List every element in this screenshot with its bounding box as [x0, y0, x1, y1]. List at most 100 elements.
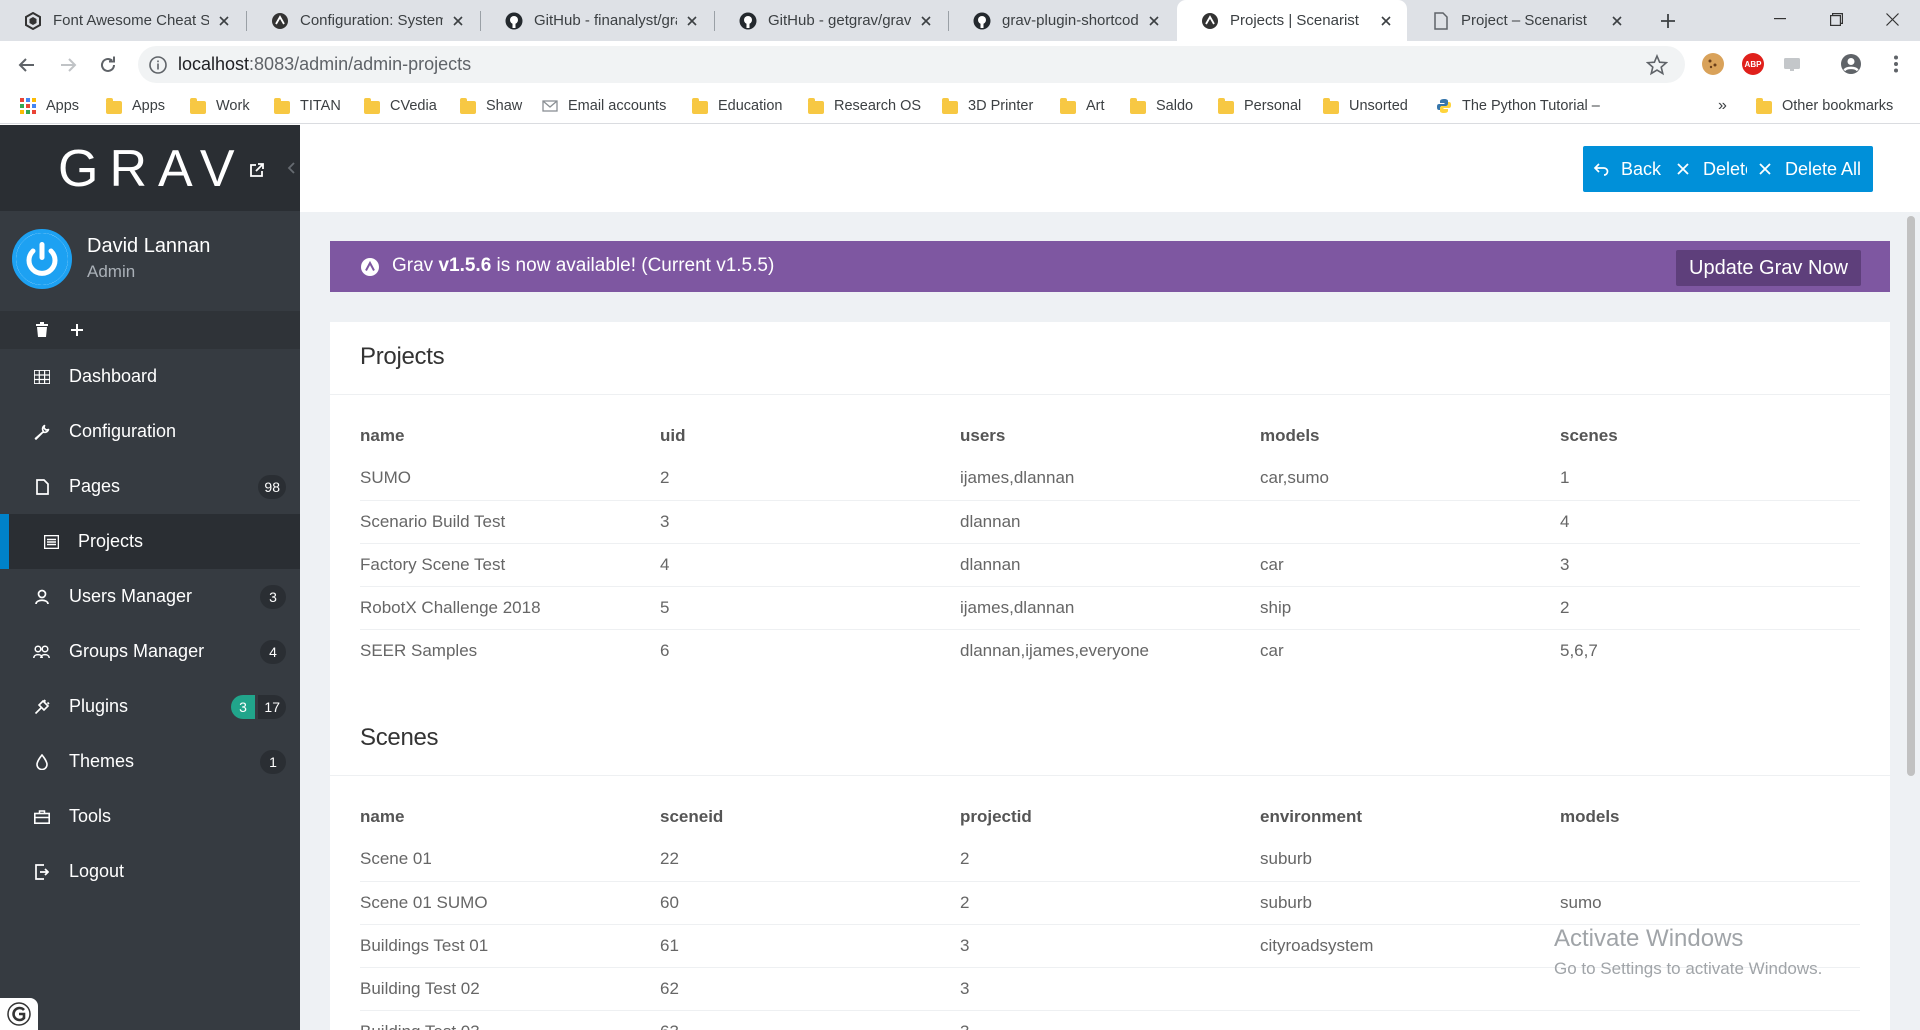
- sidebar-item-plugins[interactable]: Plugins 3 17: [0, 679, 300, 734]
- other-bookmarks[interactable]: Other bookmarks: [1756, 96, 1893, 116]
- column-header[interactable]: uid: [660, 415, 960, 457]
- sidebar-item-groups-manager[interactable]: Groups Manager 4: [0, 624, 300, 679]
- browser-tab[interactable]: Configuration: System: [247, 0, 479, 41]
- sidebar-item-pages[interactable]: Pages 98: [0, 459, 300, 514]
- column-header[interactable]: projectid: [960, 796, 1260, 838]
- sidebar-item-themes[interactable]: Themes 1: [0, 734, 300, 789]
- plus-icon[interactable]: [68, 321, 86, 339]
- browser-tab-active[interactable]: Projects | Scenarist: [1177, 0, 1407, 41]
- folder-icon: [808, 98, 824, 114]
- forward-arrow-icon[interactable]: [52, 49, 84, 81]
- external-link-icon[interactable]: [249, 162, 265, 178]
- bookmark-email-accounts[interactable]: Email accounts: [542, 96, 666, 116]
- bookmark-python-tutorial[interactable]: The Python Tutorial –: [1436, 96, 1600, 116]
- update-grav-button[interactable]: Update Grav Now: [1676, 250, 1861, 286]
- page-scrollbar[interactable]: [1907, 216, 1915, 776]
- bookmarks-bar: Apps Apps Work TITAN CVedia Shaw Email a…: [0, 88, 1920, 124]
- bookmarks-overflow-button[interactable]: »: [1718, 96, 1727, 116]
- cast-extension-icon[interactable]: [1782, 53, 1804, 75]
- sidebar-item-tools[interactable]: Tools: [0, 789, 300, 844]
- close-tab-icon[interactable]: [1608, 12, 1626, 30]
- delete-all-button[interactable]: Delete All: [1747, 146, 1874, 192]
- trash-icon[interactable]: [33, 321, 51, 339]
- back-button[interactable]: Back: [1583, 146, 1674, 192]
- table-row[interactable]: SEER Samples 6 dlannan,ijames,everyone car 5…: [360, 628, 1860, 672]
- chrome-menu-icon[interactable]: [1885, 53, 1907, 75]
- browser-tab[interactable]: grav-plugin-shortcode: [949, 0, 1175, 41]
- cell: dlannan,ijames,everyone: [960, 628, 1260, 672]
- cookie-extension-icon[interactable]: [1702, 53, 1724, 75]
- close-tab-icon[interactable]: [215, 12, 233, 30]
- column-header[interactable]: name: [360, 415, 660, 457]
- bookmark-folder[interactable]: TITAN: [274, 96, 341, 116]
- github-icon: [504, 11, 524, 31]
- close-tab-icon[interactable]: [683, 12, 701, 30]
- minimize-window-icon[interactable]: [1752, 0, 1808, 38]
- bookmark-folder[interactable]: 3D Printer: [942, 96, 1033, 116]
- table-header-row: name uid users models scenes: [360, 415, 1860, 457]
- close-tab-icon[interactable]: [1377, 12, 1395, 30]
- cell: 3: [1560, 542, 1860, 586]
- close-tab-icon[interactable]: [449, 12, 467, 30]
- sidebar-item-dashboard[interactable]: Dashboard: [0, 349, 300, 404]
- collapse-sidebar-icon[interactable]: [286, 161, 298, 175]
- bookmark-folder[interactable]: Personal: [1218, 96, 1301, 116]
- adblock-plus-icon[interactable]: ABP: [1742, 53, 1764, 75]
- column-header[interactable]: name: [360, 796, 660, 838]
- reload-icon[interactable]: [92, 49, 124, 81]
- user-profile[interactable]: David Lannan Admin: [0, 211, 300, 313]
- browser-tab[interactable]: Project – Scenarist: [1408, 0, 1638, 41]
- divider: [330, 775, 1890, 776]
- table-row[interactable]: Scenario Build Test 3 dlannan 4: [360, 499, 1860, 543]
- close-tab-icon[interactable]: [1145, 12, 1163, 30]
- site-info-icon[interactable]: [148, 55, 168, 75]
- address-bar[interactable]: localhost:8083/admin/admin-projects: [138, 46, 1685, 83]
- cell: 3: [960, 923, 1260, 967]
- table-row[interactable]: Building Test 03633: [360, 1009, 1860, 1030]
- new-tab-button[interactable]: [1655, 8, 1681, 34]
- profile-avatar-icon[interactable]: [1840, 53, 1862, 75]
- close-tab-icon[interactable]: [917, 12, 935, 30]
- browser-tab[interactable]: GitHub - finanalyst/gra: [481, 0, 713, 41]
- sidebar-item-logout[interactable]: Logout: [0, 844, 300, 899]
- bookmark-folder[interactable]: Unsorted: [1323, 96, 1408, 116]
- sidebar-item-projects[interactable]: Projects: [0, 514, 300, 569]
- bookmark-folder[interactable]: Shaw: [460, 96, 522, 116]
- update-message: Grav v1.5.6 is now available! (Current v…: [392, 255, 775, 276]
- browser-tab[interactable]: Font Awesome Cheat S: [0, 0, 245, 41]
- browser-toolbar: localhost:8083/admin/admin-projects ABP: [0, 41, 1920, 88]
- table-row[interactable]: SUMO 2 ijames,dlannan car,sumo 1: [360, 457, 1860, 500]
- column-header[interactable]: sceneid: [660, 796, 960, 838]
- bookmark-folder[interactable]: Art: [1060, 96, 1105, 116]
- grav-logo[interactable]: GRAV: [58, 139, 246, 199]
- bookmark-apps[interactable]: Apps: [20, 96, 79, 116]
- sidebar-item-configuration[interactable]: Configuration: [0, 404, 300, 459]
- folder-icon: [942, 98, 958, 114]
- column-header[interactable]: environment: [1260, 796, 1560, 838]
- tint-icon: [33, 753, 51, 771]
- bookmark-folder[interactable]: Research OS: [808, 96, 921, 116]
- column-header[interactable]: models: [1260, 415, 1560, 457]
- table-row[interactable]: RobotX Challenge 2018 5 ijames,dlannan ship…: [360, 585, 1860, 629]
- browser-tab[interactable]: GitHub - getgrav/grav: [715, 0, 947, 41]
- table-row[interactable]: Scene 01 22 2 suburb: [360, 838, 1860, 881]
- bookmark-star-icon[interactable]: [1646, 54, 1668, 76]
- bookmark-folder[interactable]: Apps: [106, 96, 165, 116]
- column-header[interactable]: scenes: [1560, 415, 1860, 457]
- table-row[interactable]: Factory Scene Test 4 dlannan car 3: [360, 542, 1860, 586]
- bookmark-folder[interactable]: CVedia: [364, 96, 437, 116]
- cell: ship: [1260, 585, 1560, 629]
- bookmark-folder[interactable]: Work: [190, 96, 250, 116]
- column-header[interactable]: users: [960, 415, 1260, 457]
- close-window-icon[interactable]: [1864, 0, 1920, 38]
- table-row[interactable]: Scene 01 SUMO 60 2 suburb sumo: [360, 880, 1860, 924]
- grammarly-icon[interactable]: [0, 998, 38, 1030]
- back-arrow-icon[interactable]: [11, 49, 43, 81]
- user-icon: [33, 588, 51, 606]
- bookmark-folder[interactable]: Education: [692, 96, 783, 116]
- bookmark-folder[interactable]: Saldo: [1130, 96, 1193, 116]
- cell: car,sumo: [1260, 468, 1329, 488]
- restore-window-icon[interactable]: [1808, 0, 1864, 38]
- sidebar-item-users-manager[interactable]: Users Manager 3: [0, 569, 300, 624]
- column-header[interactable]: models: [1560, 796, 1860, 838]
